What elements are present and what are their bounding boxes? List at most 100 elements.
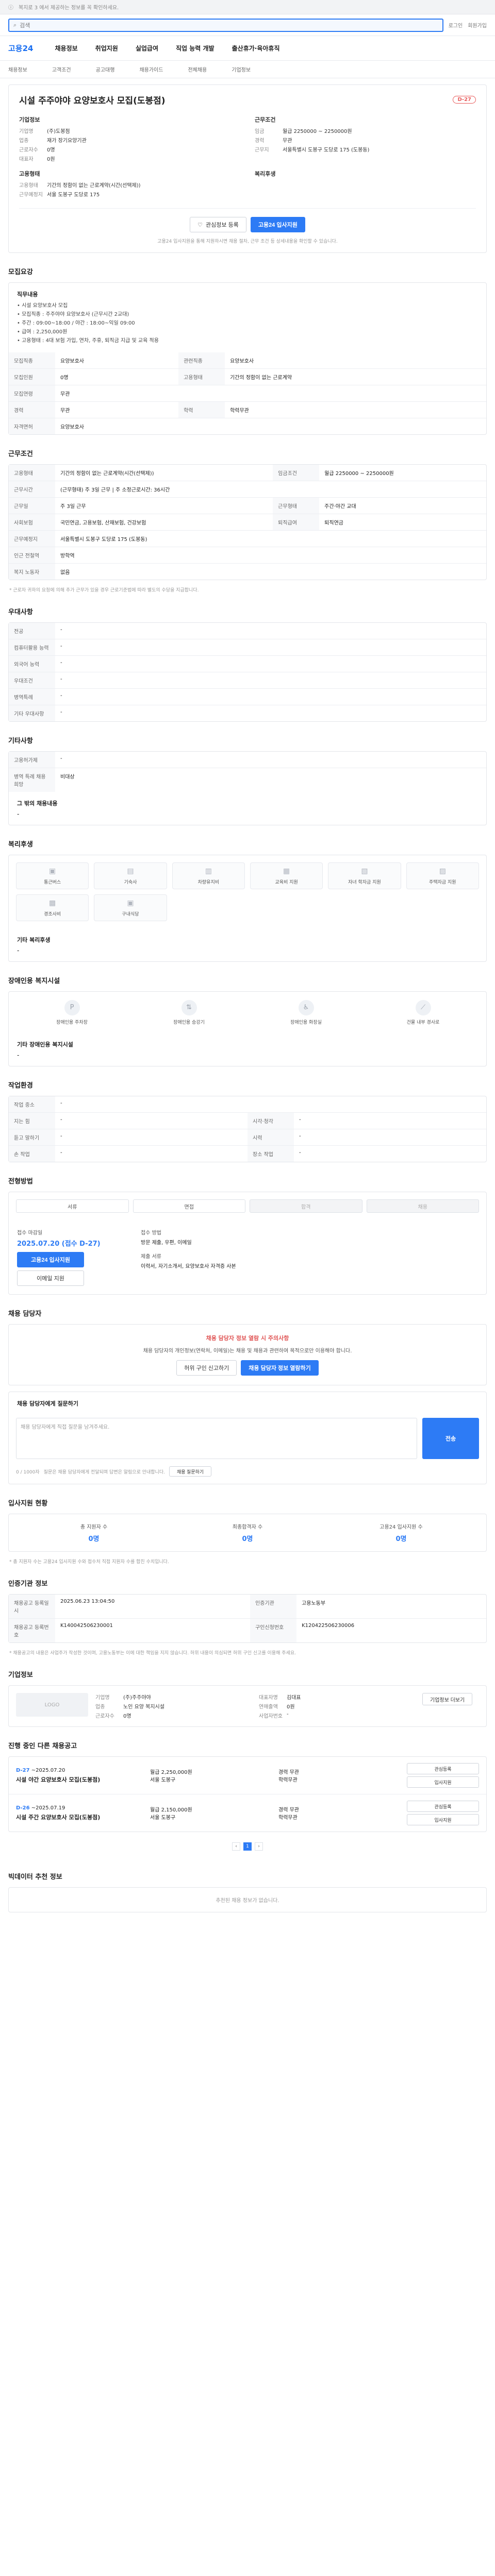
subnav-item[interactable]: 채용정보 xyxy=(8,65,27,73)
restroom-icon: ♿ xyxy=(298,999,314,1015)
table-row: 고용허가제 - xyxy=(9,752,486,768)
company-logo: LOGO xyxy=(16,1693,88,1717)
search-input[interactable]: ⌕ 검색 xyxy=(8,18,443,32)
scrap-button[interactable]: 관심등록 xyxy=(407,1763,479,1774)
process-step: 채용 xyxy=(366,1199,479,1213)
deadline: 2025.07.20 (접수 D-27) xyxy=(17,1240,101,1248)
apply-button-bottom[interactable]: 고용24 입사지원 xyxy=(17,1252,84,1267)
nav-item-training[interactable]: 직업 능력 개발 xyxy=(176,44,214,53)
subnav-item[interactable]: 공고대행 xyxy=(96,65,115,73)
welfare-item: ▦ 교육비 지원 xyxy=(250,862,323,889)
welfare-item: ▣ 통근버스 xyxy=(16,862,89,889)
elevator-icon: ⇅ xyxy=(181,999,197,1015)
signup-link[interactable]: 회원가입 xyxy=(468,21,487,29)
table-row: 기타 우대사항 - xyxy=(9,705,486,721)
list-item[interactable]: D-27 ~2025.07.20 시설 야간 요양보호사 모집(도봉점) 월급 2… xyxy=(9,1757,486,1794)
process-step: 면접 xyxy=(133,1199,245,1213)
nav-item-leave[interactable]: 출산휴가·육아휴직 xyxy=(232,44,280,53)
section-title: 전형방법 xyxy=(8,1178,33,1185)
company-detail-button[interactable]: 기업정보 더보기 xyxy=(422,1693,473,1705)
section-title: 작업환경 xyxy=(8,1082,33,1090)
job-summary-card: 시설 주주야야 요양보호사 모집(도봉점) D-27 기업정보 기업명 (주)도봉… xyxy=(8,84,487,253)
cutlery-icon: ▣ xyxy=(127,899,134,907)
welfare-section: ▣ 통근버스 ▤ 기숙사 ▥ 차량유지비 ▦ 교육비 지원 ▧ 자녀 학자금 지원 ▨ 주택… xyxy=(8,855,487,962)
welfare-item: ▧ 자녀 학자금 지원 xyxy=(328,862,401,889)
welfare-item: ▣ 구내식당 xyxy=(94,894,167,921)
nav-item-support[interactable]: 취업지원 xyxy=(95,44,118,53)
applicant-stats: 총 지원자 수 0명 최종합격자 수 0명 고용24 입사지원 수 0명 xyxy=(8,1514,487,1552)
parking-icon: P xyxy=(64,999,80,1015)
info-icon: ⓘ xyxy=(8,5,13,11)
table-row: 병역 특례 채용희망 비대상 xyxy=(9,768,486,792)
question-list-button[interactable]: 채용 질문하기 xyxy=(169,1466,212,1477)
welfare-item: ▨ 주택자금 지원 xyxy=(406,862,479,889)
email-apply-button[interactable]: 이메일 지원 xyxy=(17,1270,84,1286)
table-row: 작업 중소 - xyxy=(9,1096,486,1113)
graduation-icon: ▧ xyxy=(361,867,368,875)
table-row: 인근 전철역 방학역 xyxy=(9,547,486,564)
apply-button[interactable]: 고용24 입사지원 xyxy=(250,217,305,232)
question-textarea[interactable]: 채용 담당자에게 직접 질문을 남겨주세요. xyxy=(16,1418,417,1459)
preferences: 전공 - 컴퓨터활용 능력 - 외국어 능력 - 우대조건 - 병역특례 - 기타 우대사… xyxy=(8,622,487,722)
dday-badge: D-27 xyxy=(453,96,476,104)
report-button[interactable]: 허위 구인 신고하기 xyxy=(176,1360,237,1376)
company-summary: 기업정보 기업명 (주)도봉점 업종 재가 장기요양기관 근로자수 0명 대표자 0원 xyxy=(19,116,87,162)
section-title: 기업정보 xyxy=(8,1671,33,1679)
job-title: 시설 주주야야 요양보호사 모집(도봉점) xyxy=(19,96,166,106)
table-row: 외국어 능력 - xyxy=(9,655,486,672)
top-notice-text: 복지로 3 에서 제공하는 정보를 꼭 확인하세요. xyxy=(19,5,119,11)
table-row: 모집직종 요양보호사 관련직종 요양보호사 xyxy=(9,352,486,369)
table-row: 컴퓨터활용 능력 - xyxy=(9,639,486,656)
table-row: 경력 무관 학력 학력무관 xyxy=(9,401,486,418)
job-title-row: 시설 주주야야 요양보호사 모집(도봉점) D-27 xyxy=(19,93,476,106)
facility-item: ♿ 장애인용 화장실 xyxy=(250,999,362,1026)
bed-icon: ▤ xyxy=(127,867,134,875)
nav-item-jobs[interactable]: 채용정보 xyxy=(55,44,77,53)
section-title: 인증기관 정보 xyxy=(8,1580,48,1588)
process-step: 합격 xyxy=(250,1199,362,1213)
section-title: 모집요강 xyxy=(8,268,33,276)
page-number[interactable]: 1 xyxy=(243,1842,252,1851)
scrap-button[interactable]: 관심등록 xyxy=(407,1801,479,1812)
meta-section: 채용공고 등록일시 2025.06.23 13:04:50 인증기관 고용노동부 채용… xyxy=(8,1594,487,1643)
scrap-button[interactable]: ♡ 관심정보 등록 xyxy=(190,217,246,232)
site-logo[interactable]: 고용24 xyxy=(8,43,33,54)
subnav-item[interactable]: 기업정보 xyxy=(232,65,251,73)
book-icon: ▦ xyxy=(283,867,290,875)
table-row: 손 작업 - 장소 작업 - xyxy=(9,1145,486,1162)
house-icon: ▨ xyxy=(439,867,446,875)
section-title: 기타사항 xyxy=(8,737,33,745)
table-row: 근무시간 (근무형태) 주 3일 근무 | 주 소정근로시간: 36시간 xyxy=(9,481,486,498)
section-title: 채용 담당자 xyxy=(8,1310,42,1318)
table-row: 채용공고 등록일시 2025.06.23 13:04:50 인증기관 고용노동부 xyxy=(9,1595,486,1619)
section-title: 근무조건 xyxy=(8,450,33,458)
apply-button[interactable]: 입사지원 xyxy=(407,1776,479,1788)
car-icon: ▥ xyxy=(205,867,212,875)
page-prev-icon[interactable]: ‹ xyxy=(232,1842,240,1851)
login-link[interactable]: 로그인 xyxy=(449,21,463,29)
header-links: 로그인 회원가입 xyxy=(449,21,487,29)
work-conditions: 고용형태 기간의 정함이 없는 근로계약(시간(선택제)) 임금조건 월급 22500… xyxy=(8,464,487,580)
table-row: 우대조건 - xyxy=(9,672,486,689)
employment-summary: 고용형태 고용형태 기간의 정함이 없는 근로계약(시간(선택제)) 근무예정지 서… xyxy=(19,171,141,198)
qna-section: 채용 담당자에게 질문하기 채용 담당자에게 직접 질문을 남겨주세요. 전송 … xyxy=(8,1392,487,1484)
company-section: LOGO 기업명 (주)주주야야 업종 노인 요양 복지시설 근로자수 0명 대표자명… xyxy=(8,1685,487,1727)
section-title: 우대사항 xyxy=(8,608,33,616)
page-next-icon[interactable]: › xyxy=(255,1842,263,1851)
char-counter: 0 / 1000자 xyxy=(16,1469,40,1475)
top-notice-bar: ⓘ 복지로 3 에서 제공하는 정보를 꼭 확인하세요. xyxy=(0,0,495,14)
subnav-item[interactable]: 전체채용 xyxy=(188,65,207,73)
subnav-item[interactable]: 채용가이드 xyxy=(139,65,163,73)
apply-box: 접수 마감일 2025.07.20 (접수 D-27) 고용24 입사지원 이메… xyxy=(9,1220,486,1294)
table-row: 지는 힘 - 시각·청각 - xyxy=(9,1112,486,1129)
apply-button[interactable]: 입사지원 xyxy=(407,1814,479,1825)
disability-section: P 장애인용 주차장 ⇅ 장애인용 승강기 ♿ 장애인용 화장실 ⟋ 건물 내부 경사로… xyxy=(8,991,487,1066)
nav-item-benefits[interactable]: 실업급여 xyxy=(136,44,158,53)
subnav-item[interactable]: 고객조건 xyxy=(52,65,71,73)
table-row: 복지 노동자 없음 xyxy=(9,563,486,580)
table-row: 전공 - xyxy=(9,623,486,639)
view-contact-button[interactable]: 채용 담당자 정보 열람하기 xyxy=(241,1360,319,1376)
environment-section: 작업 중소 - 지는 힘 - 시각·청각 - 듣고 말하기 - 시력 - 손 작업 - 장소 작업… xyxy=(8,1096,487,1162)
list-item[interactable]: D-26 ~2025.07.19 시설 주간 요양보호사 모집(도봉점) 월급 2… xyxy=(9,1794,486,1832)
send-question-button[interactable]: 전송 xyxy=(422,1418,479,1459)
